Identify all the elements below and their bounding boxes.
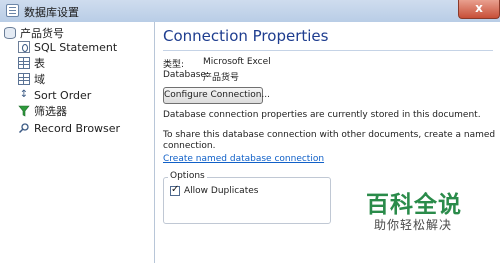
watermark-subtitle: 助你轻松解决 — [374, 218, 453, 232]
database-icon — [4, 27, 16, 39]
sidebar-item-label: Sort Order — [34, 88, 92, 102]
sidebar-item-sql-statement[interactable]: SQL Statement — [18, 39, 117, 55]
configure-connection-button[interactable]: Configure Connection... — [163, 87, 270, 104]
close-button[interactable]: x — [458, 0, 500, 19]
options-group: Options Allow Duplicates — [163, 171, 331, 224]
field-icon — [18, 73, 30, 85]
sidebar-item-record-browser[interactable]: Record Browser — [18, 120, 120, 136]
sidebar-item-sort-order[interactable]: ↕ Sort Order — [18, 87, 92, 103]
table-icon — [18, 57, 30, 69]
allow-duplicates-option[interactable]: Allow Duplicates — [170, 184, 259, 196]
sidebar-item-label: 域 — [34, 73, 45, 86]
sort-icon: ↕ — [19, 89, 29, 100]
sidebar-item-field[interactable]: 域 — [18, 71, 45, 87]
sidebar-item-table[interactable]: 表 — [18, 55, 45, 71]
sidebar: 产品货号 SQL Statement 表 域 ↕ Sort Order 筛选器 … — [0, 22, 155, 263]
allow-duplicates-label: Allow Duplicates — [184, 186, 259, 196]
app-icon — [6, 4, 19, 17]
allow-duplicates-checkbox[interactable] — [170, 184, 180, 196]
create-named-connection-link[interactable]: Create named database connection — [163, 154, 324, 164]
sql-icon — [18, 41, 30, 53]
stored-info-text: Database connection properties are curre… — [163, 110, 481, 120]
type-value: Microsoft Excel — [203, 57, 271, 67]
page-title: Connection Properties — [163, 27, 329, 45]
share-info-text: To share this database connection with o… — [163, 130, 496, 140]
database-value: 产品货号 — [203, 73, 240, 83]
type-label: 类型: — [163, 60, 185, 70]
share-info-text-cont: connection. — [163, 141, 216, 151]
title-bar: 数据库设置 x — [0, 0, 500, 23]
sidebar-item-label: 表 — [34, 57, 45, 70]
window-title: 数据库设置 — [24, 6, 79, 19]
sidebar-item-label: SQL Statement — [34, 40, 118, 54]
watermark-title: 百科全说 — [366, 192, 462, 218]
sidebar-item-filter[interactable]: 筛选器 — [18, 103, 67, 119]
options-legend: Options — [168, 171, 207, 181]
search-icon — [18, 122, 30, 134]
title-divider — [163, 50, 493, 51]
sidebar-item-label: Record Browser — [34, 121, 121, 135]
sidebar-item-label: 筛选器 — [34, 105, 67, 118]
filter-icon — [18, 105, 30, 117]
